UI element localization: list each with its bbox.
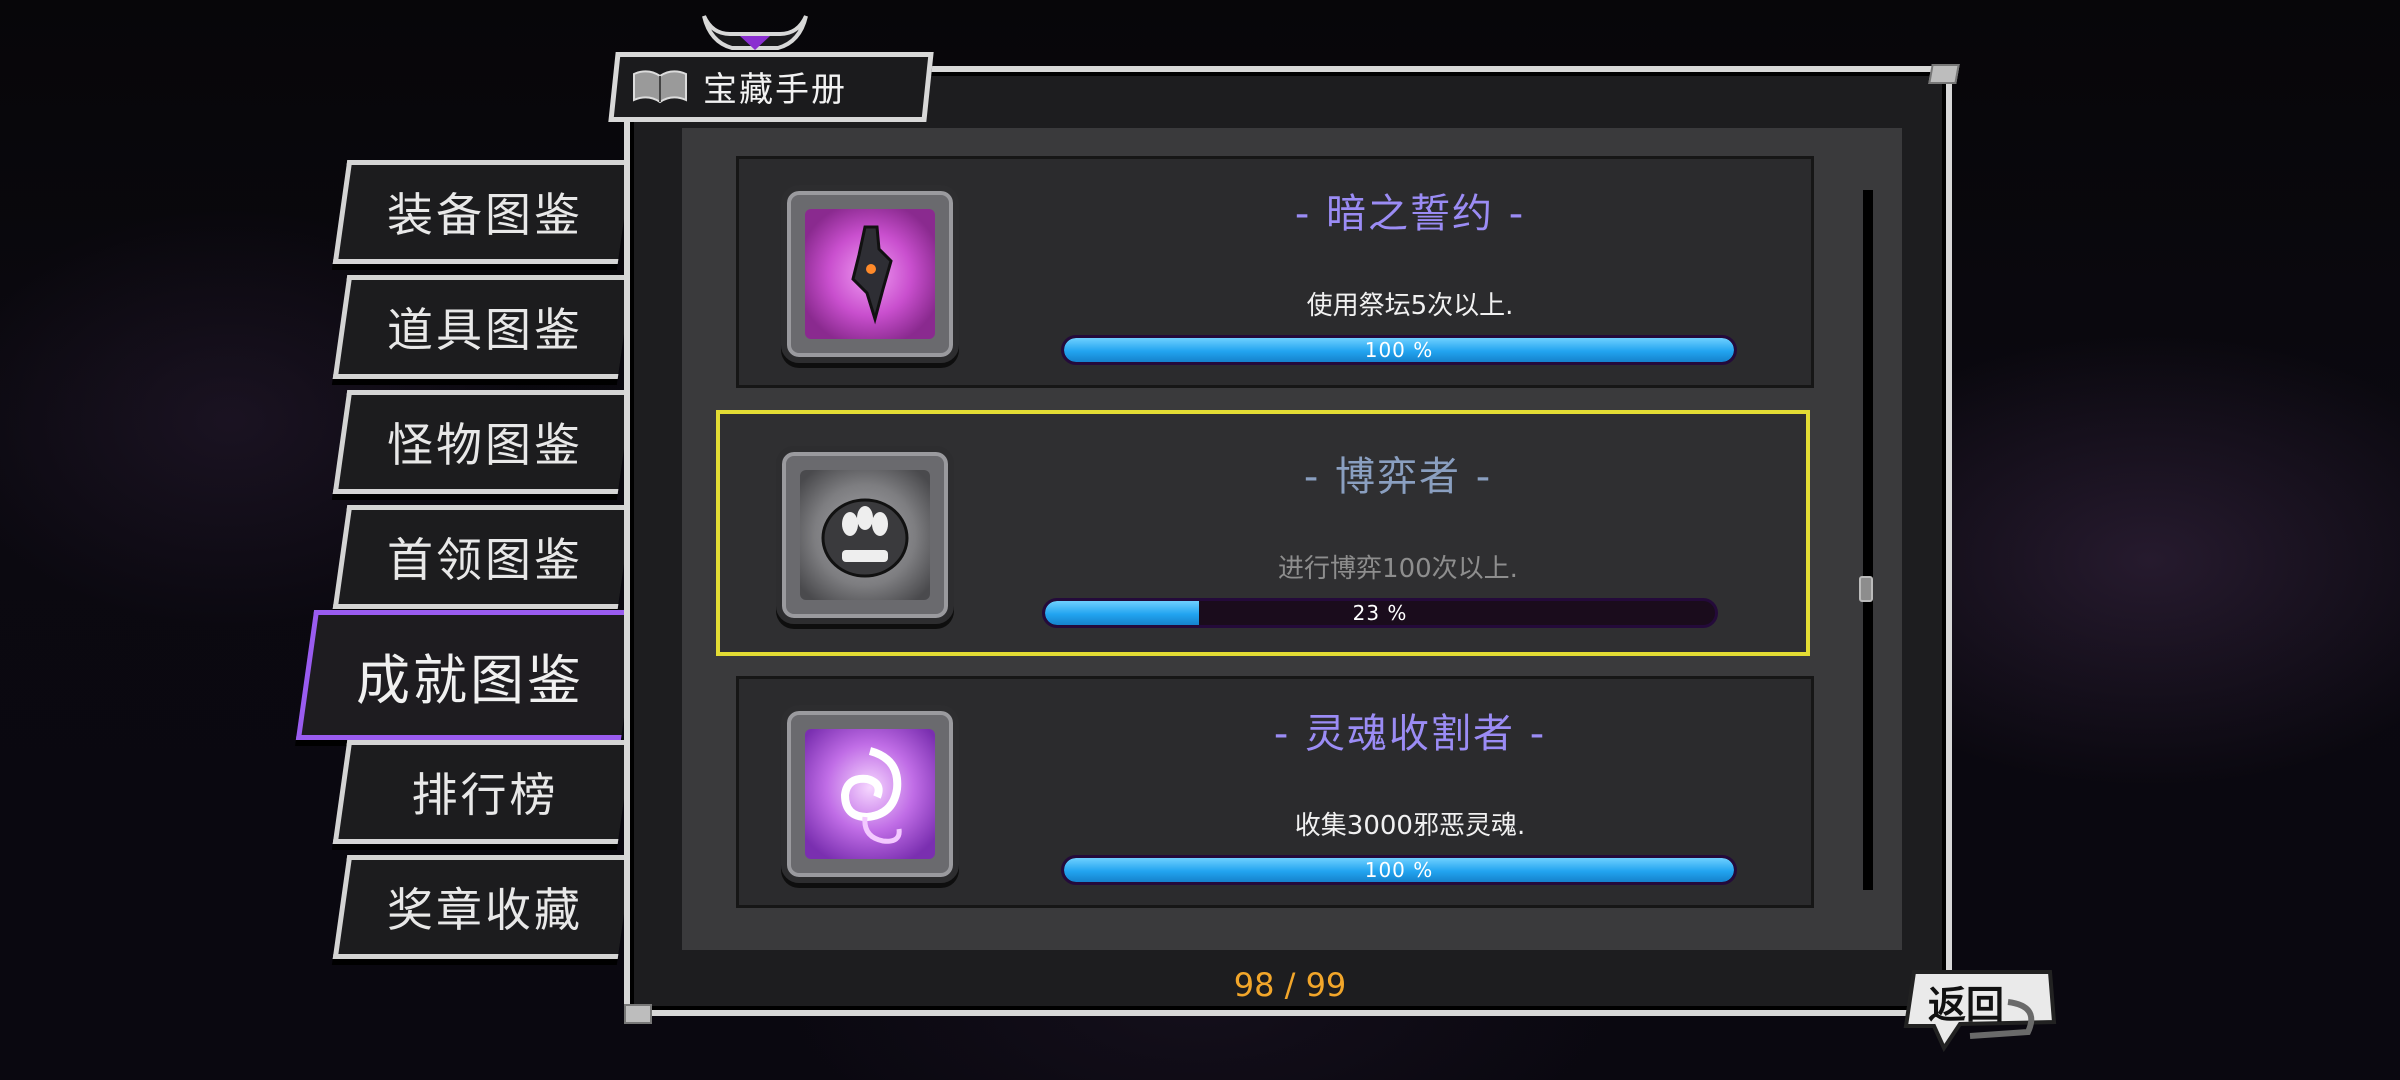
tab-label: 装备图鉴 xyxy=(387,188,583,242)
scrollbar-thumb[interactable] xyxy=(1859,576,1873,602)
achievement-title: - 灵魂收割者 - xyxy=(1273,711,1547,757)
soul-reaper-icon xyxy=(805,729,935,859)
scrollbar-track[interactable] xyxy=(1863,190,1873,890)
tab-achievement-codex[interactable]: 成就图鉴 xyxy=(295,610,640,740)
achievement-card-selected[interactable]: - 博弈者 - 进行博弈100次以上. 23 % xyxy=(716,410,1810,656)
achievement-card[interactable]: - 暗之誓约 - 使用祭坛5次以上. 100 % xyxy=(736,156,1814,388)
progress-label: 100 % xyxy=(1364,338,1434,362)
tab-label: 成就图鉴 xyxy=(356,648,584,712)
tab-monster-codex[interactable]: 怪物图鉴 xyxy=(332,390,633,494)
tab-label: 首领图鉴 xyxy=(387,533,583,587)
achievement-description: 进行博弈100次以上. xyxy=(1278,554,1518,584)
gambler-monster-icon xyxy=(800,470,930,600)
achievement-title: - 暗之誓约 - xyxy=(1294,191,1526,237)
panel-corner xyxy=(624,1004,652,1024)
achievement-title: - 博弈者 - xyxy=(1303,454,1493,500)
tab-boss-codex[interactable]: 首领图鉴 xyxy=(332,505,633,609)
tab-leaderboard[interactable]: 排行榜 xyxy=(332,740,633,844)
book-icon xyxy=(633,70,687,104)
progress-bar: 100 % xyxy=(1061,855,1737,885)
progress-bar: 23 % xyxy=(1042,598,1718,628)
tab-label: 道具图鉴 xyxy=(387,303,583,357)
achievement-icon-frame xyxy=(781,185,959,363)
tab-label: 奖章收藏 xyxy=(387,883,583,937)
tab-item-codex[interactable]: 道具图鉴 xyxy=(332,275,633,379)
page-indicator: 98 / 99 xyxy=(1233,966,1347,1004)
panel-corner xyxy=(1928,64,1960,84)
dark-oath-icon xyxy=(805,209,935,339)
tab-equipment-codex[interactable]: 装备图鉴 xyxy=(332,160,633,264)
back-button-label: 返回 xyxy=(1928,983,2005,1027)
achievement-icon-frame xyxy=(781,705,959,883)
tab-label: 怪物图鉴 xyxy=(387,418,583,472)
achievement-icon-frame xyxy=(776,446,954,624)
achievement-description: 收集3000邪恶灵魂. xyxy=(1294,811,1526,841)
tab-medal-collection[interactable]: 奖章收藏 xyxy=(332,855,633,959)
achievement-card[interactable]: - 灵魂收割者 - 收集3000邪恶灵魂. 100 % xyxy=(736,676,1814,908)
progress-label: 23 % xyxy=(1352,601,1408,625)
tab-label: 排行榜 xyxy=(411,768,559,822)
progress-bar: 100 % xyxy=(1061,335,1737,365)
achievement-description: 使用祭坛5次以上. xyxy=(1306,291,1514,321)
page-title: 宝藏手册 xyxy=(703,70,847,110)
progress-label: 100 % xyxy=(1364,858,1434,882)
